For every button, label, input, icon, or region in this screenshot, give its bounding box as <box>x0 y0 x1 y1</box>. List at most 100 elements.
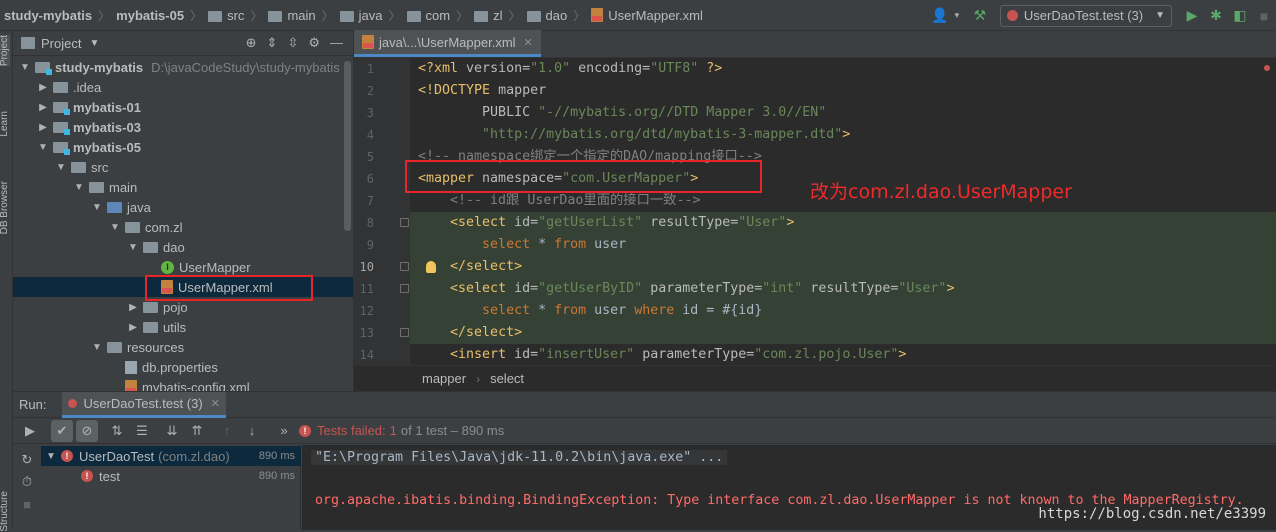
code-token: id= <box>514 215 539 230</box>
locate-icon[interactable]: ⊕ <box>246 35 257 51</box>
debug-icon[interactable]: ✱ <box>1204 4 1228 28</box>
project-view-icon <box>21 37 35 49</box>
test-method-row[interactable]: ! test 890 ms <box>41 466 301 486</box>
breadcrumb-item[interactable]: java <box>339 8 383 23</box>
breadcrumb-item[interactable]: dao <box>526 8 567 23</box>
collapse-all-icon[interactable]: ⇈ <box>186 420 208 442</box>
code-area[interactable]: <?xml version="1.0" encoding="UTF8" ?> <!… <box>410 58 1276 365</box>
next-failed-icon[interactable]: ↓ <box>241 420 263 442</box>
tree-item-label: study-mybatis <box>55 59 144 75</box>
minimize-icon[interactable]: — <box>330 35 343 51</box>
chevron-down-icon[interactable]: ▼ <box>37 142 49 153</box>
run-tab[interactable]: UserDaoTest.test (3) ✕ <box>62 391 226 418</box>
code-token: mapper <box>498 83 547 98</box>
chevron-right-icon[interactable]: ▶ <box>37 82 49 93</box>
module-folder-icon <box>35 61 52 75</box>
tree-item[interactable]: ▼ study-mybatis D:\javaCodeStudy\study-myb… <box>13 57 353 77</box>
code-token: "1.0" <box>530 61 571 76</box>
chevron-right-icon[interactable]: ▶ <box>37 122 49 133</box>
code-token: > <box>786 215 795 230</box>
user-icon[interactable]: 👤 <box>928 4 952 28</box>
rerun-icon[interactable]: ▶ <box>19 420 41 442</box>
stop-icon[interactable]: ■ <box>16 493 38 515</box>
chevron-right-icon[interactable]: ▶ <box>127 302 139 313</box>
stop-icon[interactable]: ■ <box>1252 4 1276 28</box>
breadcrumb-item[interactable]: mybatis-05 <box>116 8 184 23</box>
editor-tab[interactable]: java\...\UserMapper.xml ✕ <box>354 30 541 57</box>
fold-icon[interactable] <box>400 262 409 271</box>
show-passed-icon[interactable]: ✔ <box>51 419 73 442</box>
tree-item[interactable]: ▶ mybatis-01 <box>13 97 353 117</box>
tab-learn[interactable]: Learn <box>0 111 10 137</box>
more-icon[interactable]: » <box>273 420 295 442</box>
project-title[interactable]: Project <box>41 36 81 51</box>
show-ignored-icon[interactable]: ⊘ <box>76 419 98 442</box>
chevron-down-icon[interactable]: ▾ <box>952 4 962 28</box>
tree-item[interactable]: I UserMapper <box>13 257 353 277</box>
chevron-down-icon[interactable]: ▼ <box>73 182 85 193</box>
breadcrumb-item[interactable]: src <box>208 8 244 23</box>
editor-crumb-mapper[interactable]: mapper <box>422 371 466 386</box>
run-panel-header: Run: UserDaoTest.test (3) ✕ <box>13 391 1276 418</box>
module-folder-icon <box>53 101 70 115</box>
editor-crumb-select[interactable]: select <box>490 371 524 386</box>
chevron-right-icon[interactable]: ▶ <box>127 322 139 333</box>
line-number: 1 <box>366 62 374 76</box>
test-class-row[interactable]: ▼ ! UserDaoTest (com.zl.dao) 890 ms <box>41 446 301 466</box>
chevron-down-icon[interactable]: ▼ <box>45 451 57 462</box>
breadcrumb-item[interactable]: com <box>406 8 450 23</box>
chevron-down-icon[interactable]: ▼ <box>19 62 31 73</box>
previous-failed-icon[interactable]: ↑ <box>216 420 238 442</box>
run-icon[interactable]: ▶ <box>1180 4 1204 28</box>
expand-all-icon[interactable]: ⇊ <box>161 420 183 442</box>
collapse-all-icon[interactable]: ⇳ <box>287 35 298 51</box>
tree-item[interactable]: ▼ mybatis-05 <box>13 137 353 157</box>
fold-icon[interactable] <box>400 218 409 227</box>
chevron-right-icon[interactable]: ▶ <box>37 102 49 113</box>
chevron-down-icon[interactable]: ▼ <box>91 342 103 353</box>
breadcrumb-item[interactable]: main <box>268 8 316 23</box>
chevron-down-icon[interactable]: ▼ <box>89 38 99 49</box>
tree-item[interactable]: mybatis-config.xml <box>13 377 353 391</box>
tree-item[interactable]: ▼ src <box>13 157 353 177</box>
breadcrumb-item[interactable]: zl <box>474 8 503 23</box>
breadcrumb-item[interactable]: study-mybatis <box>4 8 92 23</box>
chevron-down-icon[interactable]: ▼ <box>91 202 103 213</box>
fold-icon[interactable] <box>400 328 409 337</box>
fold-icon[interactable] <box>400 284 409 293</box>
tree-item[interactable]: ▼ main <box>13 177 353 197</box>
close-icon[interactable]: ✕ <box>524 36 533 49</box>
tree-item[interactable]: ▼ com.zl <box>13 217 353 237</box>
build-hammer-icon[interactable]: ⚒ <box>968 4 992 28</box>
folder-icon <box>107 201 122 213</box>
chevron-down-icon[interactable]: ▼ <box>55 162 67 173</box>
toggle-auto-test-icon[interactable]: ⏱ <box>16 471 38 493</box>
console-output[interactable]: "E:\Program Files\Java\jdk-11.0.2\bin\ja… <box>302 445 1276 530</box>
chevron-down-icon[interactable]: ▼ <box>127 242 139 253</box>
chevron-down-icon[interactable]: ▼ <box>109 222 121 233</box>
lightbulb-icon[interactable] <box>426 261 436 273</box>
tree-item[interactable]: ▼ resources <box>13 337 353 357</box>
gear-icon[interactable]: ⚙ <box>308 35 320 51</box>
code-token: > <box>842 127 851 142</box>
tree-item[interactable]: ▶ utils <box>13 317 353 337</box>
tree-item[interactable]: ▶ .idea <box>13 77 353 97</box>
coverage-icon[interactable]: ◧ <box>1228 4 1252 28</box>
tree-item[interactable]: ▼ dao <box>13 237 353 257</box>
scrollbar[interactable] <box>344 61 351 231</box>
tree-item[interactable]: db.properties <box>13 357 353 377</box>
tree-item[interactable]: ▶ mybatis-03 <box>13 117 353 137</box>
close-icon[interactable]: ✕ <box>211 397 220 410</box>
tree-item[interactable]: ▼ java <box>13 197 353 217</box>
tab-structure[interactable]: Structure <box>0 491 10 532</box>
sort-alpha-icon[interactable]: ⇅ <box>106 420 128 442</box>
code-line: select * from user <box>410 234 1276 256</box>
sort-duration-icon[interactable]: ☰ <box>131 420 153 442</box>
tab-project[interactable]: Project <box>0 35 10 67</box>
breadcrumb-item[interactable]: UserMapper.xml <box>591 8 703 23</box>
rerun-failed-icon[interactable]: ↻ <box>16 449 38 471</box>
tab-db-browser[interactable]: DB Browser <box>0 181 10 234</box>
run-configuration-selector[interactable]: UserDaoTest.test (3) ▼ <box>999 4 1172 27</box>
expand-all-icon[interactable]: ⇕ <box>267 35 278 51</box>
